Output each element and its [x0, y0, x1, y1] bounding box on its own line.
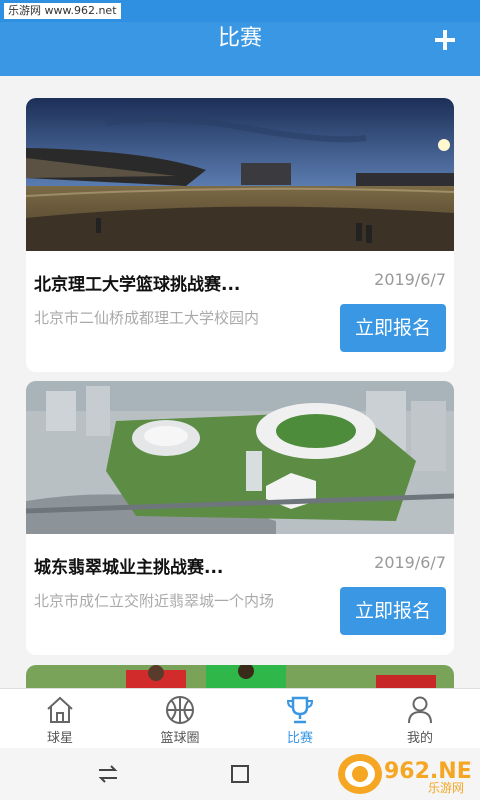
stadium-night-photo [26, 98, 454, 251]
basketball-icon [166, 696, 194, 724]
stadium-aerial-photo [26, 381, 454, 534]
watermark-logo: 962.NET 乐游网 [336, 748, 480, 796]
tab-label: 比赛 [286, 731, 313, 746]
match-title: 北京理工大学篮球挑战赛... [34, 275, 241, 295]
status-bar: 乐游网 www.962.net [0, 0, 480, 22]
add-button[interactable] [430, 25, 460, 55]
trophy-icon [286, 696, 314, 724]
app-header: 比赛 [0, 22, 480, 76]
square-icon [231, 765, 249, 783]
tab-bar: 球星 篮球圈 比赛 我的 [0, 688, 480, 748]
match-location: 北京市成仁立交附近翡翠城一个内场 [34, 592, 275, 610]
user-icon [408, 696, 432, 724]
page-title: 比赛 [217, 26, 262, 51]
tab-label: 我的 [406, 731, 433, 746]
tab-label: 篮球圈 [160, 731, 200, 746]
match-date: 2019/6/7 [374, 553, 446, 572]
match-date: 2019/6/7 [374, 270, 446, 289]
match-card[interactable]: 北京理工大学篮球挑战赛... 2019/6/7 北京市二仙桥成都理工大学校园内 … [26, 98, 454, 372]
match-location: 北京市二仙桥成都理工大学校园内 [34, 309, 260, 327]
signup-button[interactable]: 立即报名 [340, 587, 446, 635]
tab-players[interactable]: 球星 [0, 689, 120, 749]
watermark-text: 乐游网 www.962.net [4, 3, 121, 19]
watermark-logo-subtext: 乐游网 [428, 781, 464, 795]
plus-icon [435, 30, 455, 50]
tab-basketball-circle[interactable]: 篮球圈 [120, 689, 240, 749]
tab-matches[interactable]: 比赛 [240, 689, 360, 749]
tab-mine[interactable]: 我的 [360, 689, 480, 749]
swap-arrows-icon [98, 765, 118, 783]
match-title: 城东翡翠城业主挑战赛... [34, 558, 224, 578]
switch-apps-button[interactable] [96, 762, 120, 786]
home-icon [47, 696, 73, 723]
match-card[interactable]: 城东翡翠城业主挑战赛... 2019/6/7 北京市成仁立交附近翡翠城一个内场 … [26, 381, 454, 655]
signup-button[interactable]: 立即报名 [340, 304, 446, 352]
tab-label: 球星 [46, 731, 73, 746]
home-nav-button[interactable] [228, 762, 252, 786]
